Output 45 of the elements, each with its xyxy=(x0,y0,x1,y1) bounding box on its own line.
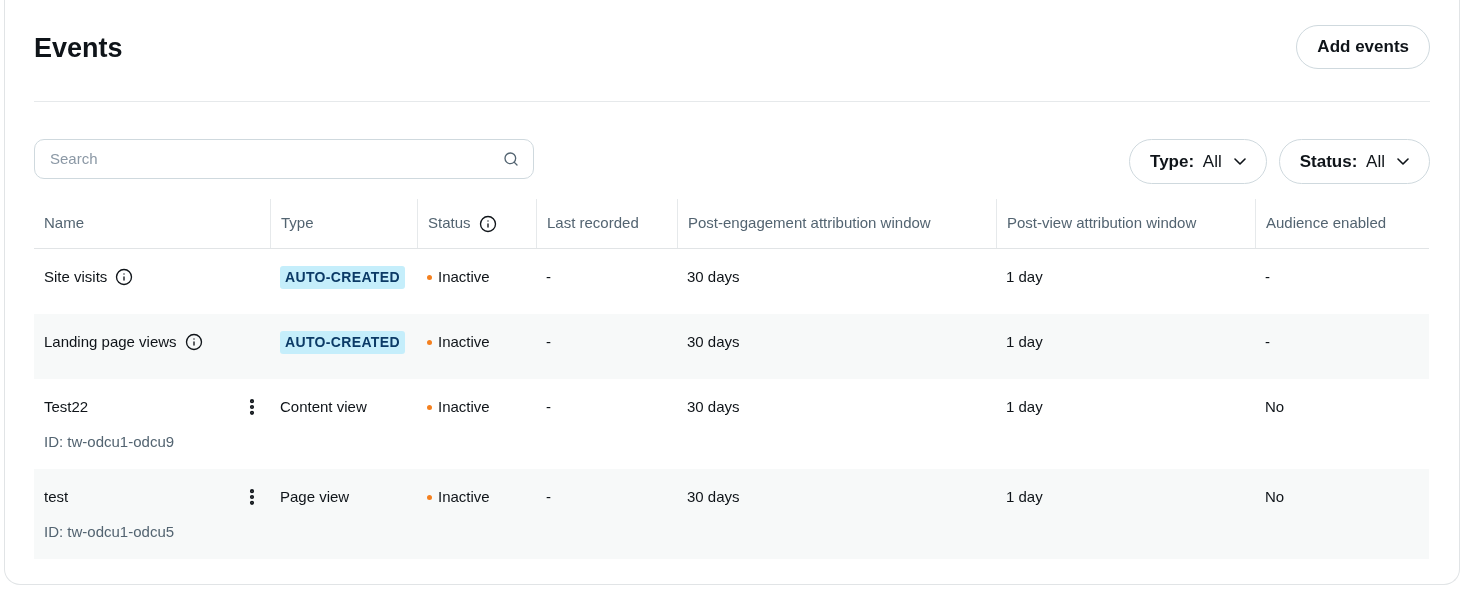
column-header: Status xyxy=(428,213,471,234)
event-name: Landing page views xyxy=(44,332,177,352)
column-header: Post-engagement attribution window xyxy=(688,213,931,234)
status-text: Inactive xyxy=(438,331,490,352)
table-cell: 1 day xyxy=(1006,268,1043,285)
event-name: Site visits xyxy=(44,267,108,287)
event-name: Test22 xyxy=(44,397,89,417)
table-cell: - xyxy=(546,268,551,285)
event-id: ID: tw-odcu1-odcu9 xyxy=(44,431,176,452)
column-header: Last recorded xyxy=(547,213,639,234)
table-cell: 30 days xyxy=(687,398,740,415)
column-header: Name xyxy=(44,213,84,234)
chevron-down-icon xyxy=(1397,158,1409,165)
column-header: Type xyxy=(281,213,314,234)
table-cell: 30 days xyxy=(687,268,740,285)
table-cell: No xyxy=(1265,398,1285,415)
info-icon[interactable] xyxy=(115,268,134,287)
table-cell: - xyxy=(546,398,551,415)
page-title: Events xyxy=(34,32,123,66)
table-cell: - xyxy=(1265,268,1270,285)
search-field[interactable]: Search xyxy=(34,138,534,179)
event-type: Page view xyxy=(280,487,350,507)
table-cell: 30 days xyxy=(687,333,740,350)
column-header: Audience enabled xyxy=(1266,213,1387,234)
table-cell: No xyxy=(1265,488,1285,505)
status-text: Inactive xyxy=(438,486,490,507)
status-text: Inactive xyxy=(438,266,490,287)
table-cell: 1 day xyxy=(1006,333,1043,350)
auto-created-badge: AUTO-CREATED xyxy=(280,331,405,354)
table-cell: 30 days xyxy=(687,488,740,505)
status-text: Inactive xyxy=(438,396,490,417)
table-cell: - xyxy=(546,488,551,505)
event-type: Content view xyxy=(280,397,367,417)
table-cell: - xyxy=(546,333,551,350)
column-header: Post-view attribution window xyxy=(1007,213,1197,234)
table-cell: 1 day xyxy=(1006,398,1043,415)
info-icon[interactable] xyxy=(478,214,497,233)
table-cell: - xyxy=(1265,333,1270,350)
chevron-down-icon xyxy=(1233,158,1246,165)
event-name: test xyxy=(44,487,69,507)
search-icon xyxy=(503,150,519,167)
info-icon[interactable] xyxy=(184,333,203,352)
auto-created-badge: AUTO-CREATED xyxy=(280,266,405,289)
table-cell: 1 day xyxy=(1006,488,1043,505)
event-id: ID: tw-odcu1-odcu5 xyxy=(44,521,176,542)
